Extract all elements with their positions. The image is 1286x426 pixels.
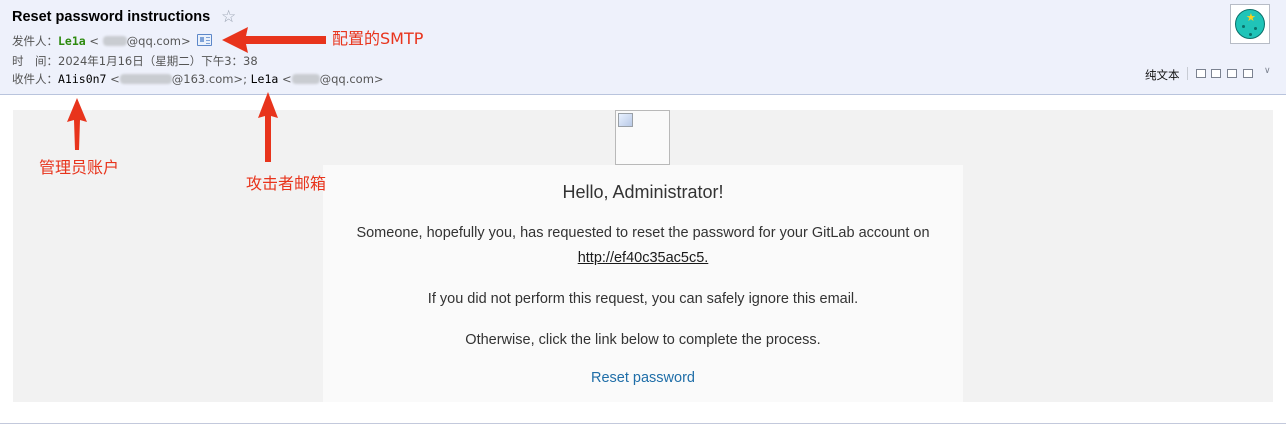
annotation-admin-account: 管理员账户 — [39, 158, 120, 177]
annotation-smtp: 配置的SMTP — [332, 29, 424, 48]
annotation-attacker-email: 攻击者邮箱 — [246, 174, 327, 193]
attacker-arrow — [258, 92, 278, 162]
smtp-arrow — [222, 27, 326, 53]
admin-arrow — [67, 98, 87, 150]
annotation-arrows — [67, 27, 326, 162]
